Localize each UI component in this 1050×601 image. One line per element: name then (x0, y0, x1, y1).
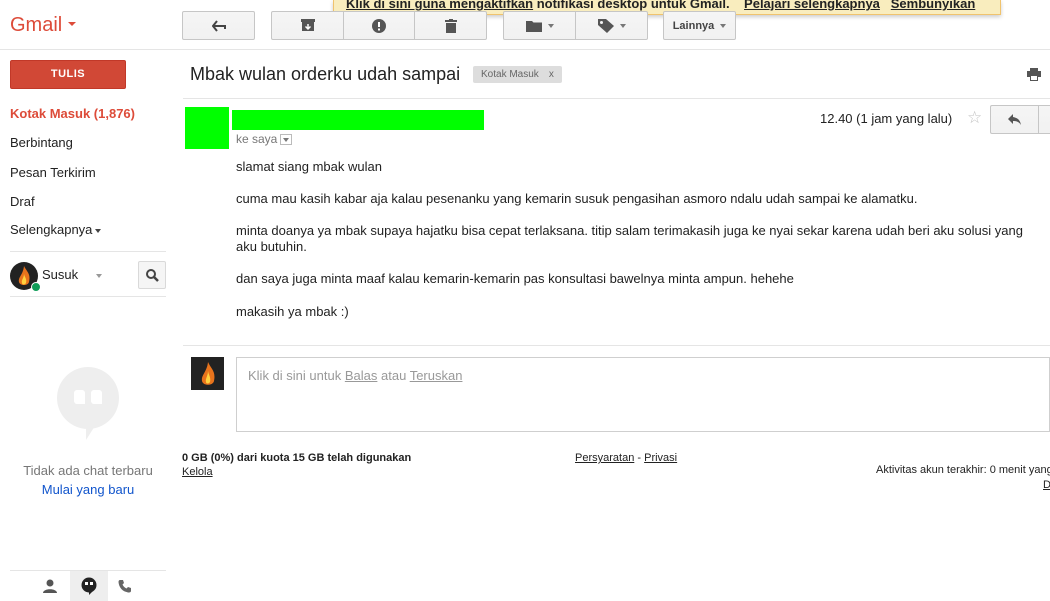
hide-notification-link[interactable]: Sembunyikan (891, 0, 976, 11)
arrow-left-icon (211, 19, 226, 32)
person-icon (43, 579, 57, 593)
chevron-down-icon (619, 23, 626, 28)
sidebar-item-starred[interactable]: Berbintang (10, 135, 73, 150)
learn-more-link[interactable]: Pelajari selengkapnya (744, 0, 880, 11)
forward-link[interactable]: Teruskan (410, 368, 463, 383)
message-timestamp: 12.40 (1 jam yang lalu) (820, 111, 953, 126)
reply-arrow-icon (1007, 114, 1021, 125)
trash-icon (444, 18, 457, 33)
archive-button[interactable] (271, 11, 344, 40)
enable-notifications-link[interactable]: Klik di sini guna mengaktifkan (346, 0, 533, 11)
sidebar-divider (10, 251, 166, 252)
contacts-tab[interactable] (31, 571, 69, 601)
reply-prompt: Klik di sini untuk Balas atau Teruskan (248, 368, 462, 383)
reply-link[interactable]: Balas (345, 368, 378, 383)
chat-user-name[interactable]: Susuk (42, 267, 78, 282)
more-actions-label: Lainnya (672, 19, 715, 32)
gmail-logo-text: Gmail (10, 14, 63, 36)
quote-mark-icon (74, 390, 85, 404)
privacy-link[interactable]: Privasi (644, 452, 677, 464)
sidebar-item-drafts[interactable]: Draf (10, 194, 35, 209)
hangouts-bubble-tail (86, 418, 100, 440)
remove-label-button[interactable]: x (549, 69, 554, 80)
reply-divider (183, 345, 1050, 346)
message-body-paragraph: dan saya juga minta maaf kalau kemarin-k… (236, 271, 794, 286)
message-body-paragraph: makasih ya mbak :) (236, 304, 349, 319)
search-icon (145, 268, 159, 282)
archive-icon (300, 19, 315, 31)
labels-button[interactable] (575, 11, 648, 40)
sidebar-item-more[interactable]: Selengkapnya (10, 222, 102, 237)
message-body-paragraph: slamat siang mbak wulan (236, 159, 382, 174)
notification-text: notifikasi desktop untuk Gmail. (536, 0, 730, 11)
message-body-paragraph: minta doanya ya mbak supaya hajatku bisa… (236, 223, 1023, 254)
search-people-button[interactable] (138, 261, 166, 289)
storage-quota: 0 GB (0%) dari kuota 15 GB telah digunak… (182, 452, 411, 464)
chevron-down-icon (547, 23, 554, 28)
reply-or-text: atau (381, 368, 407, 383)
print-icon[interactable] (1027, 68, 1041, 81)
terms-link[interactable]: Persyaratan (575, 452, 634, 464)
report-spam-button[interactable] (343, 11, 415, 40)
header-divider (0, 49, 1050, 50)
chevron-down-icon (95, 228, 102, 233)
manage-storage-wrap: Kelola (182, 466, 213, 478)
reply-box[interactable]: Klik di sini untuk Balas atau Teruskan (236, 357, 1050, 432)
sidebar-item-sent[interactable]: Pesan Terkirim (10, 165, 96, 180)
message-body-paragraph: cuma mau kasih kabar aja kalau pesenanku… (236, 191, 918, 206)
chevron-down-icon (720, 23, 727, 28)
sidebar-item-more-label: Selengkapnya (10, 222, 93, 237)
hangouts-icon (81, 577, 97, 595)
activity-details-wrap: D (1043, 479, 1050, 491)
subject-divider (183, 98, 1050, 99)
star-icon[interactable]: ☆ (967, 108, 982, 128)
chevron-down-icon[interactable] (96, 274, 102, 278)
compose-button[interactable]: TULIS (10, 60, 126, 89)
storage-quota-text: 0 GB (0%) dari kuota 15 GB telah digunak… (182, 452, 412, 464)
activity-details-link[interactable]: D (1043, 479, 1050, 491)
flame-avatar-icon (201, 362, 215, 385)
recipient-line: ke saya (236, 132, 293, 146)
label-chip-text: Kotak Masuk (481, 69, 539, 80)
reply-button[interactable] (990, 105, 1038, 134)
phone-tab[interactable] (106, 571, 144, 601)
report-spam-icon (372, 18, 386, 33)
recipient-text: ke saya (236, 132, 278, 146)
chat-bottom-bar (10, 570, 166, 601)
quote-mark-icon (91, 390, 102, 404)
label-chip-inbox[interactable]: Kotak Masuk x (473, 66, 562, 83)
chevron-down-icon (68, 22, 77, 27)
sidebar-item-inbox[interactable]: Kotak Masuk (1,876) (10, 106, 135, 121)
no-recent-chats-text: Tidak ada chat terbaru (23, 463, 153, 478)
more-reply-options-button[interactable] (1038, 105, 1050, 134)
reply-prompt-text: Klik di sini untuk (248, 368, 342, 383)
sender-name-redacted[interactable] (232, 110, 484, 130)
email-subject: Mbak wulan orderku udah sampai (190, 64, 461, 84)
footer-links: Persyaratan - Privasi (575, 452, 677, 464)
label-tag-icon (597, 18, 614, 33)
hangouts-tab[interactable] (70, 571, 108, 601)
move-to-button[interactable] (503, 11, 576, 40)
manage-storage-link[interactable]: Kelola (182, 466, 213, 478)
start-new-chat-link[interactable]: Mulai yang baru (10, 482, 166, 497)
delete-button[interactable] (414, 11, 487, 40)
phone-icon (118, 580, 131, 593)
folder-icon (525, 20, 542, 32)
sidebar-divider (10, 296, 166, 297)
last-account-activity: Aktivitas akun terakhir: 0 menit yang (876, 464, 1050, 476)
more-actions-button[interactable]: Lainnya (663, 11, 736, 40)
back-to-inbox-button[interactable] (182, 11, 255, 40)
online-status-indicator (31, 282, 41, 292)
show-details-dropdown-icon[interactable] (280, 134, 293, 146)
current-user-avatar (191, 357, 224, 390)
sender-avatar-redacted[interactable] (185, 107, 229, 149)
footer-separator: - (637, 452, 642, 464)
gmail-logo[interactable]: Gmail (10, 14, 77, 37)
